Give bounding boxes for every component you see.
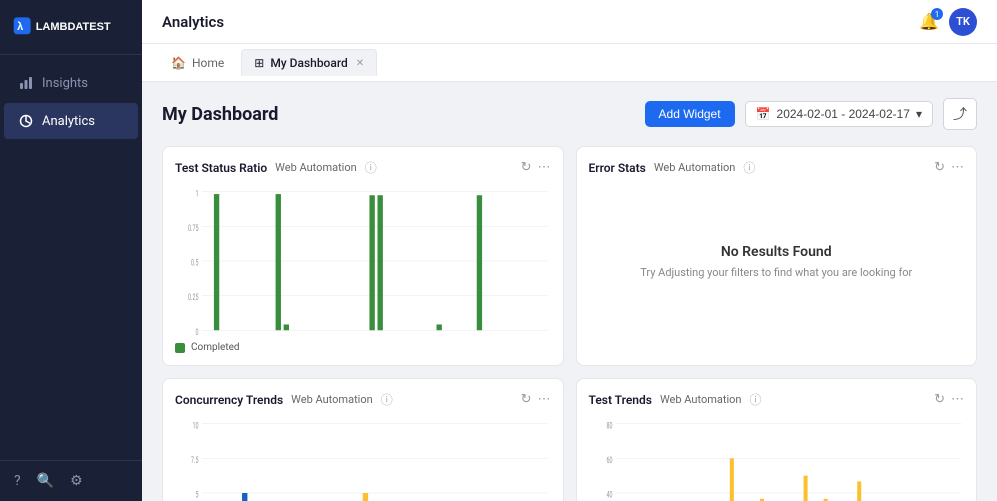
svg-text:10: 10 [192,420,198,431]
add-widget-button[interactable]: Add Widget [645,101,735,127]
widgets-grid: Test Status Ratio Web Automation ⓘ ↻ ⋯ [162,146,977,501]
more-icon[interactable]: ⋯ [538,160,551,175]
svg-text:LAMBDATEST: LAMBDATEST [36,21,111,33]
svg-text:λ: λ [17,21,23,33]
widget-actions-concurrency-trends: ↻ ⋯ [521,392,551,407]
widget-actions-test-trends: ↻ ⋯ [934,392,964,407]
tabs-bar: 🏠 Home ⊞ My Dashboard ✕ [142,44,997,82]
refresh-icon-test-trends[interactable]: ↻ [934,392,945,407]
chart-legend-test-status-ratio: Completed [175,342,551,353]
widget-title-concurrency-trends: Concurrency Trends [175,393,283,407]
dashboard-header: My Dashboard Add Widget 📅 2024-02-01 - 2… [162,98,977,130]
no-results-subtitle: Try Adjusting your filters to find what … [640,266,912,279]
main-content: Analytics 🔔 1 TK 🏠 Home ⊞ My Dashboard ✕… [142,0,997,501]
svg-text:5: 5 [195,489,198,500]
tab-home-label: Home [192,56,224,70]
no-results-title: No Results Found [721,244,832,260]
search-icon[interactable]: 🔍 [37,473,54,489]
dashboard-controls: Add Widget 📅 2024-02-01 - 2024-02-17 ▾ ⤴ [645,98,977,130]
svg-text:0.25: 0.25 [188,292,198,303]
sidebar: LAMBDATEST λ Insights [0,0,142,501]
tab-my-dashboard-label: My Dashboard [270,56,347,70]
sidebar-navigation: Insights Analytics [0,55,142,460]
dashboard-title: My Dashboard [162,104,278,125]
widget-subtitle-test-trends: Web Automation [660,393,742,406]
notification-bell[interactable]: 🔔 1 [919,12,939,31]
tab-my-dashboard[interactable]: ⊞ My Dashboard ✕ [241,49,377,76]
svg-text:40: 40 [606,489,612,500]
sidebar-item-analytics[interactable]: Analytics [4,103,138,139]
info-icon-concurrency-trends[interactable]: ⓘ [381,391,393,408]
header-actions: 🔔 1 TK [919,8,977,36]
share-icon: ⤴ [953,106,967,122]
info-icon-test-trends[interactable]: ⓘ [749,391,761,408]
svg-text:0: 0 [195,326,198,336]
widget-error-stats: Error Stats Web Automation ⓘ ↻ ⋯ No Resu… [576,146,978,366]
widget-test-trends: Test Trends Web Automation ⓘ ↻ ⋯ [576,378,978,501]
legend-label-completed: Completed [191,342,240,353]
help-icon[interactable]: ? [14,473,21,489]
user-avatar[interactable]: TK [949,8,977,36]
refresh-icon-concurrency-trends[interactable]: ↻ [521,392,532,407]
info-icon-error-stats[interactable]: ⓘ [743,159,755,176]
dashboard-body: My Dashboard Add Widget 📅 2024-02-01 - 2… [142,82,997,501]
widget-title-error-stats: Error Stats [589,161,646,175]
dashboard-icon: ⊞ [254,56,264,70]
app-header: Analytics 🔔 1 TK [142,0,997,44]
chart-area-test-trends: 80 60 40 20 0 [589,418,965,501]
analytics-icon [18,113,34,129]
widget-concurrency-trends: Concurrency Trends Web Automation ⓘ ↻ ⋯ [162,378,564,501]
widget-title-test-status-ratio: Test Status Ratio [175,161,267,175]
more-icon-concurrency-trends[interactable]: ⋯ [538,392,551,407]
tab-home[interactable]: 🏠 Home [158,49,237,76]
legend-dot-completed [175,343,185,353]
widget-test-status-ratio: Test Status Ratio Web Automation ⓘ ↻ ⋯ [162,146,564,366]
settings-icon[interactable]: ⚙ [70,473,83,489]
svg-text:0.75: 0.75 [188,222,198,233]
sidebar-logo: LAMBDATEST λ [0,0,142,55]
sidebar-bottom-icons: ? 🔍 ⚙ [0,460,142,501]
header-title: Analytics [162,13,224,31]
more-icon-error-stats[interactable]: ⋯ [951,160,964,175]
widget-header-test-status-ratio: Test Status Ratio Web Automation ⓘ ↻ ⋯ [175,159,551,176]
notification-badge: 1 [931,8,943,20]
share-button[interactable]: ⤴ [943,98,977,130]
widget-header-error-stats: Error Stats Web Automation ⓘ ↻ ⋯ [589,159,965,176]
sidebar-item-insights[interactable]: Insights [4,65,138,101]
sidebar-item-insights-label: Insights [42,76,88,91]
widget-subtitle-concurrency-trends: Web Automation [291,393,373,406]
svg-text:0.5: 0.5 [191,257,198,268]
widget-actions-test-status-ratio: ↻ ⋯ [521,160,551,175]
widget-header-concurrency-trends: Concurrency Trends Web Automation ⓘ ↻ ⋯ [175,391,551,408]
sidebar-item-analytics-label: Analytics [42,114,95,129]
widget-subtitle-test-status-ratio: Web Automation [275,161,357,174]
more-icon-test-trends[interactable]: ⋯ [951,392,964,407]
info-icon[interactable]: ⓘ [365,159,377,176]
chevron-down-icon: ▾ [916,107,922,121]
svg-text:1: 1 [195,188,198,199]
calendar-icon: 📅 [756,107,771,121]
widget-title-test-trends: Test Trends [589,393,652,407]
svg-text:80: 80 [606,420,612,431]
home-icon: 🏠 [171,56,186,70]
no-results-error-stats: No Results Found Try Adjusting your filt… [589,186,965,336]
chart-icon [18,75,34,91]
svg-text:7.5: 7.5 [191,454,198,465]
svg-text:60: 60 [606,454,612,465]
refresh-icon[interactable]: ↻ [521,160,532,175]
date-range-text: 2024-02-01 - 2024-02-17 [777,107,910,121]
widget-actions-error-stats: ↻ ⋯ [934,160,964,175]
tab-close-button[interactable]: ✕ [356,58,364,69]
refresh-icon-error-stats[interactable]: ↻ [934,160,945,175]
date-range-button[interactable]: 📅 2024-02-01 - 2024-02-17 ▾ [745,101,933,127]
chart-area-test-status-ratio: 1 0.75 0.5 0.25 0 01 Fe [175,186,551,336]
widget-header-test-trends: Test Trends Web Automation ⓘ ↻ ⋯ [589,391,965,408]
widget-subtitle-error-stats: Web Automation [654,161,736,174]
chart-area-concurrency-trends: 10 7.5 5 2.5 0 [175,418,551,501]
